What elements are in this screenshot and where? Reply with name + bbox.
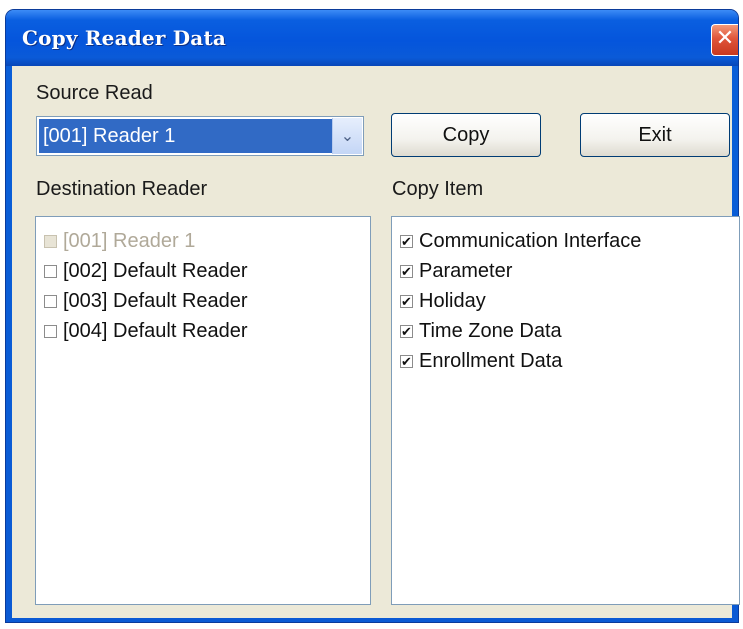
checkbox-icon[interactable]: [44, 294, 57, 308]
destination-item-label: [002] Default Reader: [63, 259, 248, 282]
copy-item-list[interactable]: ✔ Communication Interface ✔ Parameter ✔ …: [391, 216, 740, 605]
destination-item-001: [001] Reader 1: [44, 227, 195, 255]
copy-item-label: Copy Item: [392, 178, 484, 200]
copy-item-holiday[interactable]: ✔ Holiday: [400, 287, 486, 315]
destination-item-002[interactable]: [002] Default Reader: [44, 257, 248, 285]
checkbox-icon[interactable]: [44, 264, 57, 278]
copy-item-enrollment-data[interactable]: ✔ Enrollment Data: [400, 347, 562, 375]
close-icon: ✕: [715, 26, 735, 51]
copy-item-parameter[interactable]: ✔ Parameter: [400, 257, 512, 285]
copy-item-communication-interface[interactable]: ✔ Communication Interface: [400, 227, 641, 255]
destination-item-label: [001] Reader 1: [63, 229, 196, 252]
destination-item-004[interactable]: [004] Default Reader: [44, 317, 248, 345]
copy-item-label: Holiday: [419, 289, 486, 312]
copy-item-label: Parameter: [419, 259, 513, 282]
checkbox-icon[interactable]: [44, 324, 57, 338]
close-button[interactable]: ✕: [711, 24, 738, 56]
destination-item-label: [004] Default Reader: [63, 319, 248, 342]
copy-reader-data-window: Copy Reader Data ✕ Source Read [001] Rea…: [6, 10, 740, 622]
destination-item-label: [003] Default Reader: [63, 289, 248, 312]
chevron-down-icon[interactable]: ⌄: [332, 118, 362, 154]
dialog-body: Source Read [001] Reader 1 ⌄ Copy Exit D…: [12, 66, 740, 618]
checkmark-icon[interactable]: ✔: [400, 324, 413, 338]
destination-reader-label: Destination Reader: [36, 178, 208, 200]
destination-reader-list[interactable]: [001] Reader 1 [002] Default Reader [003…: [35, 216, 371, 605]
source-read-label: Source Read: [36, 82, 153, 104]
title-bar[interactable]: Copy Reader Data ✕: [6, 10, 738, 66]
checkmark-icon[interactable]: ✔: [400, 354, 413, 368]
copy-item-label: Enrollment Data: [419, 349, 563, 372]
copy-item-label: Communication Interface: [419, 229, 642, 252]
window-title: Copy Reader Data: [22, 26, 227, 50]
copy-item-label: Time Zone Data: [419, 319, 562, 342]
source-reader-selected: [001] Reader 1: [39, 119, 333, 153]
checkmark-icon[interactable]: ✔: [400, 234, 413, 248]
checkbox-icon: [44, 234, 57, 248]
copy-item-time-zone-data[interactable]: ✔ Time Zone Data: [400, 317, 562, 345]
source-reader-dropdown[interactable]: [001] Reader 1 ⌄: [36, 116, 364, 156]
exit-button[interactable]: Exit: [580, 113, 730, 157]
checkmark-icon[interactable]: ✔: [400, 264, 413, 278]
checkmark-icon[interactable]: ✔: [400, 294, 413, 308]
destination-item-003[interactable]: [003] Default Reader: [44, 287, 248, 315]
copy-button[interactable]: Copy: [391, 113, 541, 157]
